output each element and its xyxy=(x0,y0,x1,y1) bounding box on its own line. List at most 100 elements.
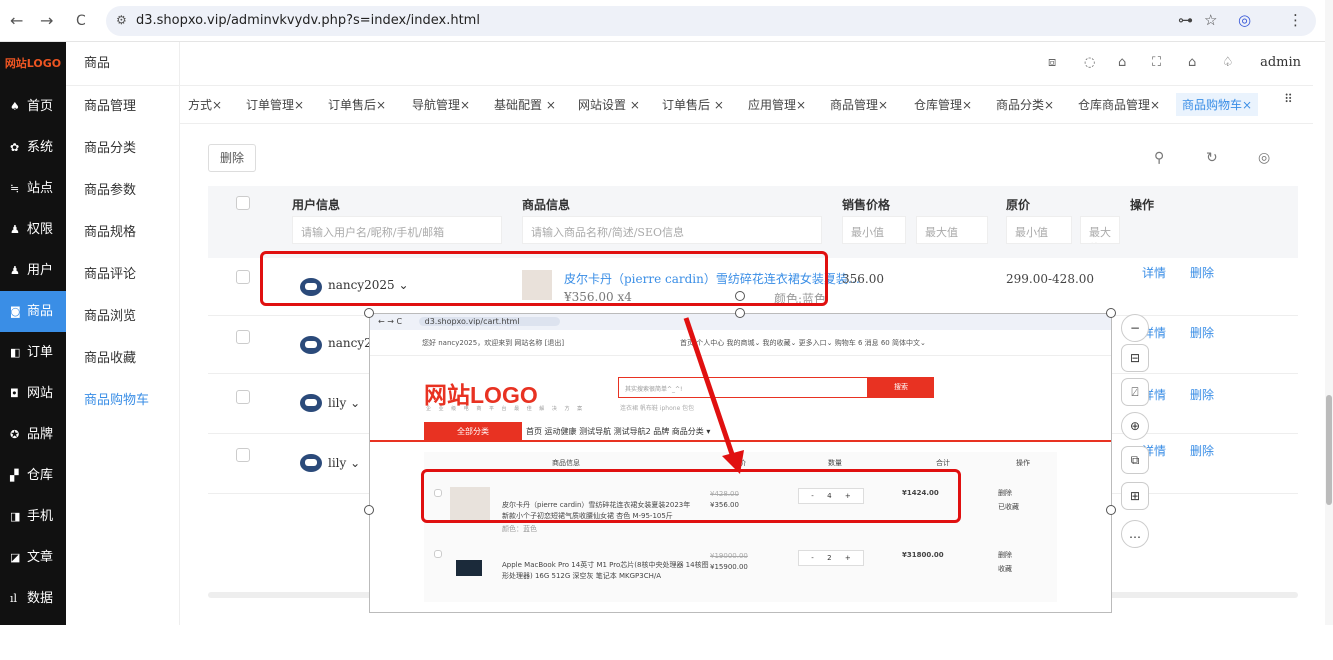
search-icon[interactable]: ⚲ xyxy=(1154,150,1164,166)
delete-link[interactable]: 删除 xyxy=(1190,442,1214,459)
rotate-tool-icon[interactable]: ⧉ xyxy=(1121,446,1149,474)
settings-icon[interactable]: ◎ xyxy=(1258,150,1270,166)
original-price: 299.00-428.00 xyxy=(1006,272,1095,286)
sidebar-item-site[interactable]: ≒ 站点 xyxy=(0,168,66,209)
tab-order-aftersale[interactable]: 订单售后× xyxy=(328,96,386,113)
tab-payment[interactable]: 方式× xyxy=(188,96,222,113)
subnav-item-goods-favor[interactable]: 商品收藏 xyxy=(66,338,179,380)
tab-order-aftersale-2[interactable]: 订单售后 × xyxy=(662,96,724,113)
sidebar-item-system[interactable]: ✿ 系统 xyxy=(0,127,66,168)
select-all-checkbox[interactable] xyxy=(236,196,250,210)
theme-icon[interactable]: ◌ xyxy=(1084,55,1095,70)
sidebar-item-brand[interactable]: ✪ 品牌 xyxy=(0,414,66,455)
notification-bell-icon[interactable]: ♤ xyxy=(1222,55,1234,70)
resize-handle[interactable] xyxy=(1106,505,1116,515)
reload-icon[interactable]: C xyxy=(76,13,86,29)
delete-link[interactable]: 删除 xyxy=(1190,386,1214,403)
sidebar-item-home[interactable]: ♠ 首页 xyxy=(0,86,66,127)
sidebar-item-mobile[interactable]: ◨ 手机 xyxy=(0,496,66,537)
tab-warehouse-goods[interactable]: 仓库商品管理× xyxy=(1078,96,1160,113)
fullscreen-icon[interactable]: ⛶ xyxy=(1152,55,1161,70)
row-checkbox[interactable] xyxy=(236,390,250,404)
tab-goods-category[interactable]: 商品分类× xyxy=(996,96,1054,113)
sub-navigation: 商品 商品管理 商品分类 商品参数 商品规格 商品评论 商品浏览 商品收藏 商品… xyxy=(66,42,180,625)
rotate-handle[interactable] xyxy=(735,291,745,301)
tab-order-manage[interactable]: 订单管理× xyxy=(246,96,304,113)
tabs-more-icon[interactable]: ⠿ xyxy=(1284,92,1293,106)
back-icon[interactable]: ← xyxy=(10,11,23,30)
subnav-item-goods-comments[interactable]: 商品评论 xyxy=(66,254,179,296)
resize-handle[interactable] xyxy=(735,308,745,318)
collapse-tool-icon[interactable]: − xyxy=(1121,314,1149,342)
delete-button[interactable]: 删除 xyxy=(208,144,256,172)
resize-handle[interactable] xyxy=(1106,308,1116,318)
forward-icon[interactable]: → xyxy=(40,11,53,30)
address-bar[interactable]: ⚙ d3.shopxo.vip/adminvkvydv.php?s=index/… xyxy=(106,6,1316,36)
sidebar-item-website[interactable]: ◘ 网站 xyxy=(0,373,66,414)
dashboard-icon[interactable]: ⧈ xyxy=(1048,55,1056,70)
header-original[interactable]: 原价 xyxy=(1006,196,1030,213)
crop-tool-icon[interactable]: ⍁ xyxy=(1121,378,1149,406)
tab-nav-manage[interactable]: 导航管理× xyxy=(412,96,470,113)
subnav-item-goods-manage[interactable]: 商品管理 xyxy=(66,86,179,128)
tab-warehouse-manage[interactable]: 仓库管理× xyxy=(914,96,972,113)
sidebar-item-apps[interactable]: ⠿ 应用 xyxy=(0,619,66,660)
tab-goods-cart[interactable]: 商品购物车× xyxy=(1176,93,1259,116)
overlay-item-old-price: ¥19000.00 xyxy=(710,552,748,560)
row-checkbox[interactable] xyxy=(236,330,250,344)
bookmark-star-icon[interactable]: ☆ xyxy=(1204,11,1217,29)
resize-handle[interactable] xyxy=(364,308,374,318)
password-key-icon[interactable]: ⊶ xyxy=(1178,11,1193,29)
user-filter-input[interactable]: 请输入用户名/昵称/手机/邮箱 xyxy=(292,216,502,244)
resize-handle[interactable] xyxy=(364,505,374,515)
shop-icon[interactable]: ⌂ xyxy=(1118,55,1126,70)
original-min-input[interactable]: 最小值 xyxy=(1006,216,1072,244)
sidebar-item-article[interactable]: ◪ 文章 xyxy=(0,537,66,578)
original-max-input[interactable]: 最大值 xyxy=(1080,216,1120,244)
sidebar-item-user[interactable]: ♟ 用户 xyxy=(0,250,66,291)
header-user[interactable]: 用户信息 xyxy=(292,196,340,213)
sidebar-item-order[interactable]: ◧ 订单 xyxy=(0,332,66,373)
sidebar-item-permission[interactable]: ♟ 权限 xyxy=(0,209,66,250)
refresh-icon[interactable]: ↻ xyxy=(1206,150,1218,166)
profile-icon[interactable]: ◎ xyxy=(1238,11,1251,29)
tab-goods-manage[interactable]: 商品管理× xyxy=(830,96,888,113)
avatar xyxy=(300,336,322,354)
delete-link[interactable]: 删除 xyxy=(1190,264,1214,281)
subnav-item-goods-spec[interactable]: 商品规格 xyxy=(66,212,179,254)
sidebar-item-warehouse[interactable]: ▞ 仓库 xyxy=(0,455,66,496)
tab-site-settings[interactable]: 网站设置 × xyxy=(578,96,640,113)
zoom-in-icon[interactable]: ⊕ xyxy=(1121,412,1149,440)
price-max-input[interactable]: 最大值 xyxy=(916,216,988,244)
admin-user[interactable]: admin xyxy=(1260,55,1301,70)
home-link-icon[interactable]: ⌂ xyxy=(1188,55,1196,70)
subnav-item-goods-params[interactable]: 商品参数 xyxy=(66,170,179,212)
scrollbar-thumb[interactable] xyxy=(1326,395,1332,505)
tab-app-manage[interactable]: 应用管理× xyxy=(748,96,806,113)
align-tool-icon[interactable]: ⊟ xyxy=(1121,344,1149,372)
overlay-item-qty: - 2 + xyxy=(798,550,864,566)
site-info-icon[interactable]: ⚙ xyxy=(116,13,127,27)
image-text-icon[interactable]: ⊞ xyxy=(1121,482,1149,510)
goods-filter-input[interactable]: 请输入商品名称/简述/SEO信息 xyxy=(522,216,822,244)
header-price[interactable]: 销售价格 xyxy=(842,196,890,213)
header-goods[interactable]: 商品信息 xyxy=(522,196,570,213)
tab-base-config[interactable]: 基础配置 × xyxy=(494,96,556,113)
overlay-url: d3.shopxo.vip/cart.html xyxy=(418,317,560,326)
user-name[interactable]: lily ⌄ xyxy=(328,456,360,470)
price-min-input[interactable]: 最小值 xyxy=(842,216,906,244)
menu-icon[interactable]: ⋮ xyxy=(1288,11,1303,29)
user-name[interactable]: lily ⌄ xyxy=(328,396,360,410)
delete-link[interactable]: 删除 xyxy=(1190,324,1214,341)
subnav-item-goods-browse[interactable]: 商品浏览 xyxy=(66,296,179,338)
sidebar-item-data[interactable]: ıl 数据 xyxy=(0,578,66,619)
row-checkbox[interactable] xyxy=(236,270,250,284)
sidebar-item-goods[interactable]: ◙ 商品 xyxy=(0,291,66,332)
row-checkbox[interactable] xyxy=(236,448,250,462)
subnav-item-goods-category[interactable]: 商品分类 xyxy=(66,128,179,170)
page-scrollbar[interactable] xyxy=(1325,0,1333,625)
sidebar-item-label: 手机 xyxy=(27,509,54,524)
more-tools-icon[interactable]: … xyxy=(1121,520,1149,548)
subnav-item-goods-cart[interactable]: 商品购物车 xyxy=(66,380,179,422)
detail-link[interactable]: 详情 xyxy=(1142,264,1166,281)
